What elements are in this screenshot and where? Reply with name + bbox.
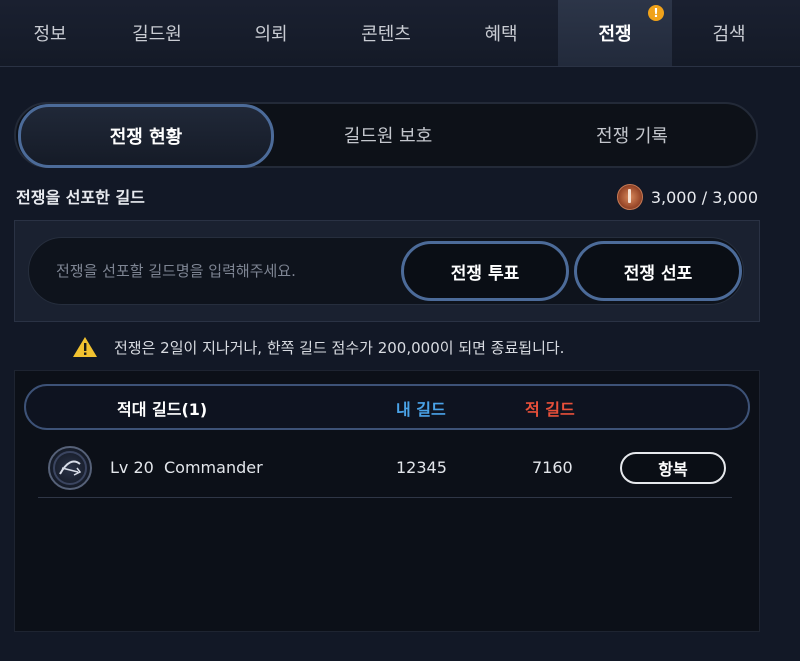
tab-contents[interactable]: 콘텐츠 xyxy=(328,0,444,66)
war-points-icon xyxy=(616,184,643,210)
my-guild-score: 12345 xyxy=(396,458,447,477)
guild-emblem-icon xyxy=(48,446,92,490)
surrender-button[interactable]: 항복 xyxy=(620,452,726,484)
war-vote-button[interactable]: 전쟁 투표 xyxy=(401,241,569,301)
sub-tab-bar: 전쟁 현황 길드원 보호 전쟁 기록 xyxy=(14,102,758,168)
header-my-guild: 내 길드 xyxy=(396,400,446,419)
tab-info[interactable]: 정보 xyxy=(0,0,100,66)
war-declare-button[interactable]: 전쟁 선포 xyxy=(574,241,742,301)
guild-name: Commander xyxy=(164,458,263,477)
alert-badge-icon: ! xyxy=(648,5,664,21)
declared-guilds-title: 전쟁을 선포한 길드 xyxy=(16,188,145,207)
tab-requests[interactable]: 의뢰 xyxy=(214,0,328,66)
subtab-war-history[interactable]: 전쟁 기록 xyxy=(508,104,756,166)
war-notice-text: 전쟁은 2일이 지나거나, 한쪽 길드 점수가 200,000이 되면 종료됩니… xyxy=(114,338,565,357)
header-enemy-guild: 적 길드 xyxy=(525,400,575,419)
war-points-value: 3,000 / 3,000 xyxy=(650,187,758,207)
enemy-guild-score: 7160 xyxy=(532,458,573,477)
war-points: 3,000 / 3,000 xyxy=(616,184,758,210)
tab-guild-members[interactable]: 길드원 xyxy=(100,0,214,66)
row-divider xyxy=(38,497,732,498)
tab-search[interactable]: 검색 xyxy=(672,0,786,66)
guild-level: Lv 20 xyxy=(110,458,154,477)
header-hostile-guild: 적대 길드(1) xyxy=(117,400,208,419)
top-tab-bar: 정보 길드원 의뢰 콘텐츠 혜택 전쟁 ! 검색 xyxy=(0,0,800,67)
tab-benefits[interactable]: 혜택 xyxy=(444,0,558,66)
warning-icon xyxy=(73,337,97,357)
tab-war-label: 전쟁 xyxy=(598,24,632,45)
bow-emblem-icon xyxy=(53,451,87,485)
tab-war[interactable]: 전쟁 ! xyxy=(558,0,672,66)
war-notice: 전쟁은 2일이 지나거나, 한쪽 길드 점수가 200,000이 되면 종료됩니… xyxy=(72,336,564,358)
guild-name-input[interactable] xyxy=(54,254,388,288)
subtab-member-protection[interactable]: 길드원 보호 xyxy=(264,104,512,166)
subtab-war-status[interactable]: 전쟁 현황 xyxy=(18,104,274,168)
